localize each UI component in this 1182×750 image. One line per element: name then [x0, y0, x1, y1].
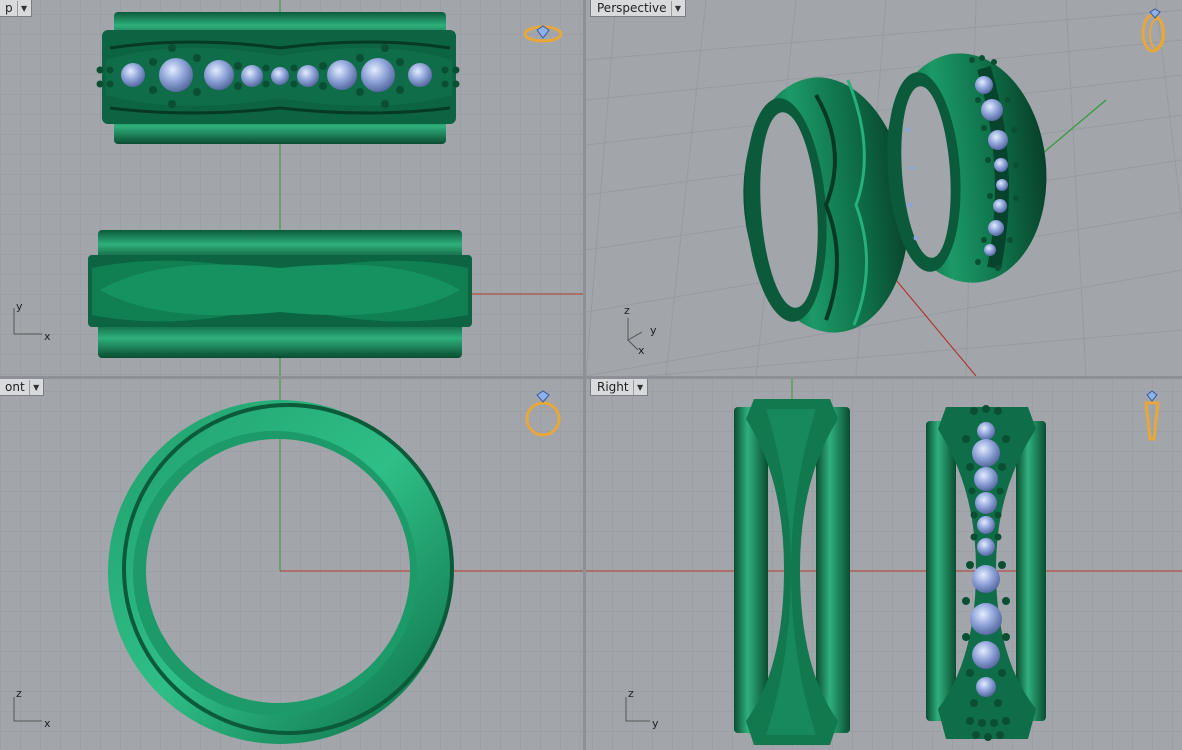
axis-indicator: y x [8, 300, 51, 343]
axis-label-1: z [16, 687, 22, 700]
front-viewport-canvas[interactable] [0, 379, 583, 750]
chevron-down-icon[interactable]: ▼ [16, 0, 31, 16]
perspective-view-tab[interactable]: Perspective ▼ [590, 0, 686, 17]
axis-label-1: z [624, 304, 630, 317]
right-viewport[interactable]: Right ▼ z y [586, 379, 1182, 750]
right-plain-ring[interactable] [734, 399, 850, 745]
axis-label-2: y [650, 324, 657, 337]
front-view-label: ont [5, 380, 25, 394]
chevron-down-icon[interactable]: ▼ [670, 0, 685, 16]
chevron-down-icon[interactable]: ▼ [28, 379, 43, 395]
top-view-tab[interactable]: p ▼ [0, 0, 32, 17]
ring-gizmo-icon [1144, 390, 1160, 441]
axis-indicator: z y [620, 687, 660, 730]
right-stone-ring[interactable] [926, 405, 1046, 741]
perspective-viewport-canvas[interactable] [586, 0, 1182, 376]
axis-indicator: z y x [620, 304, 670, 360]
perspective-viewport[interactable]: Perspective ▼ z y x [586, 0, 1182, 376]
top-viewport[interactable]: p ▼ y x [0, 0, 583, 376]
right-view-label: Right [597, 380, 629, 394]
axis-label-1: y [16, 300, 23, 313]
front-viewport[interactable]: ont ▼ z x [0, 379, 583, 750]
front-view-tab[interactable]: ont ▼ [0, 379, 44, 396]
ring-with-stones[interactable] [96, 12, 460, 144]
ring-gizmo-icon [523, 25, 563, 43]
axis-label-2: x [44, 330, 51, 343]
axis-label-2: y [652, 717, 659, 730]
axis-indicator: z x [8, 687, 51, 730]
right-view-tab[interactable]: Right ▼ [590, 379, 648, 396]
chevron-down-icon[interactable]: ▼ [632, 379, 647, 395]
axis-label-1: z [628, 687, 634, 700]
ring-gizmo-icon [1141, 8, 1165, 53]
plain-ring[interactable] [88, 230, 472, 358]
axis-label-2: x [44, 717, 51, 730]
front-ring[interactable] [108, 400, 454, 744]
top-view-label: p [5, 1, 13, 15]
axis-label-3: x [638, 344, 645, 357]
right-viewport-canvas[interactable] [586, 379, 1182, 750]
top-viewport-canvas[interactable] [0, 0, 583, 376]
x-axis-line [885, 267, 977, 376]
perspective-view-label: Perspective [597, 1, 667, 15]
ring-gizmo-icon [525, 390, 561, 437]
